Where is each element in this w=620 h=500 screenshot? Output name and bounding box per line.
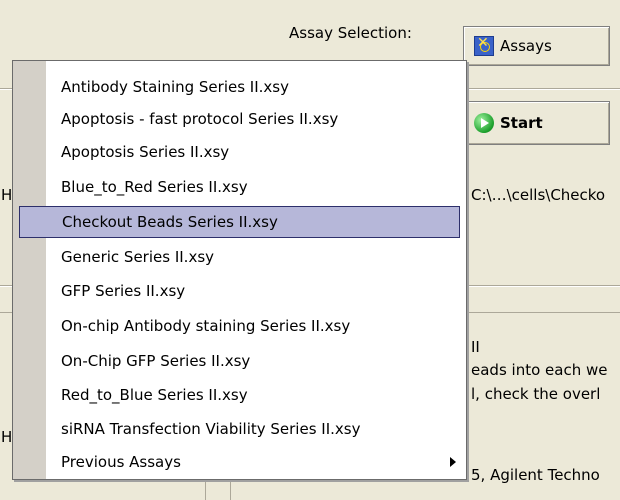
menu-item-label: Generic Series II.xsy (61, 248, 215, 266)
menu-item-label: siRNA Transfection Viability Series II.x… (61, 420, 361, 438)
menu-item-sirna-transfection[interactable]: siRNA Transfection Viability Series II.x… (13, 413, 466, 445)
menu-item-label: Checkout Beads Series II.xsy (62, 213, 278, 231)
menu-item-label: Red_to_Blue Series II.xsy (61, 386, 248, 404)
menu-item-label: Blue_to_Red Series II.xsy (61, 178, 248, 196)
menu-item-apoptosis[interactable]: Apoptosis Series II.xsy (13, 136, 466, 168)
menu-item-on-chip-antibody[interactable]: On-chip Antibody staining Series II.xsy (13, 310, 466, 342)
file-path-text: C:\…\cells\Checko (471, 186, 606, 204)
start-button[interactable]: Start (463, 101, 610, 145)
start-button-label: Start (500, 114, 543, 132)
assays-button[interactable]: Assays (463, 26, 610, 66)
submenu-arrow-icon (450, 457, 456, 467)
assay-dropdown-menu: Antibody Staining Series II.xsy Apoptosi… (12, 60, 467, 480)
menu-item-label: GFP Series II.xsy (61, 282, 186, 300)
copyright-text: 5, Agilent Techno (471, 466, 600, 484)
menu-item-red-to-blue[interactable]: Red_to_Blue Series II.xsy (13, 379, 466, 411)
edge-text: H (1, 186, 13, 204)
menu-item-checkout-beads[interactable]: Checkout Beads Series II.xsy (19, 206, 460, 238)
menu-item-label: Apoptosis Series II.xsy (61, 143, 230, 161)
menu-item-antibody-staining[interactable]: Antibody Staining Series II.xsy (13, 71, 466, 103)
menu-item-label: Previous Assays (61, 453, 181, 471)
play-icon (474, 113, 494, 133)
menu-item-label: Apoptosis - fast protocol Series II.xsy (61, 110, 339, 128)
assay-selection-label: Assay Selection: (289, 24, 412, 42)
menu-item-generic[interactable]: Generic Series II.xsy (13, 241, 466, 273)
assays-icon (474, 35, 494, 56)
menu-item-label: On-Chip GFP Series II.xsy (61, 352, 251, 370)
menu-item-blue-to-red[interactable]: Blue_to_Red Series II.xsy (13, 171, 466, 203)
menu-item-label: Antibody Staining Series II.xsy (61, 78, 289, 96)
assays-button-label: Assays (500, 37, 552, 55)
menu-item-gfp[interactable]: GFP Series II.xsy (13, 275, 466, 307)
menu-item-previous-assays[interactable]: Previous Assays (13, 446, 466, 478)
menu-item-label: On-chip Antibody staining Series II.xsy (61, 317, 351, 335)
instruction-line-1: eads into each we (471, 361, 608, 379)
series-text: II (471, 338, 480, 356)
menu-item-on-chip-gfp[interactable]: On-Chip GFP Series II.xsy (13, 345, 466, 377)
menu-item-apoptosis-fast[interactable]: Apoptosis - fast protocol Series II.xsy (13, 103, 466, 135)
instruction-line-2: l, check the overl (471, 385, 601, 403)
edge-text: H (1, 428, 13, 446)
